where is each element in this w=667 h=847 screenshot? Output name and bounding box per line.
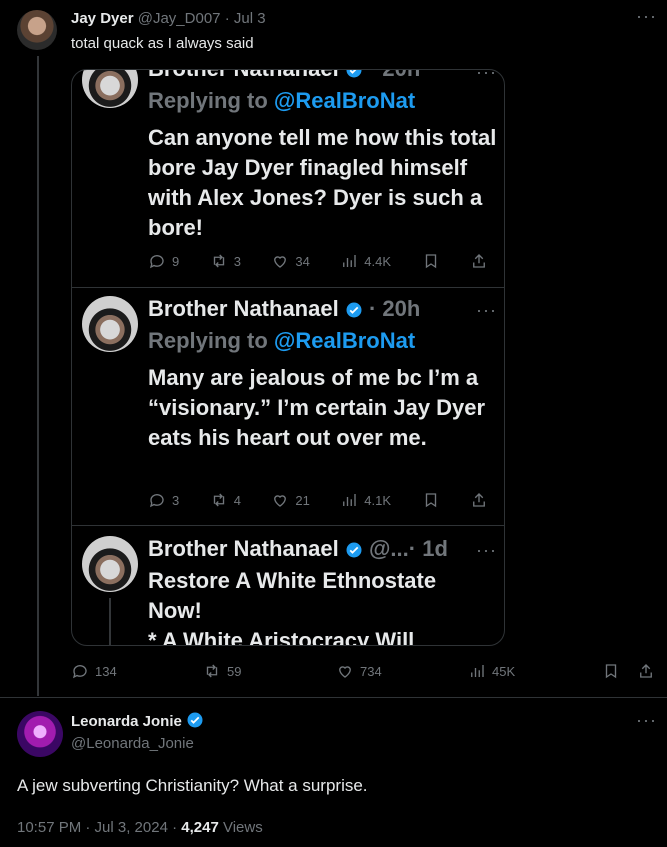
like-stat: 34	[271, 252, 310, 270]
more-icon: ···	[476, 69, 497, 82]
embed-tweet1-stats: 9 3 34 4.4K	[148, 252, 488, 270]
like-stat: 21	[271, 491, 310, 509]
views-icon	[343, 494, 356, 506]
more-icon[interactable]: ···	[636, 710, 657, 731]
embed-tweet3-line2: Now!	[148, 598, 202, 623]
thread-line	[109, 598, 111, 645]
reply-author: Leonarda Jonie	[71, 711, 204, 732]
verified-badge-icon	[187, 712, 203, 728]
reply-prefix: Replying to	[148, 88, 268, 113]
bookmark-button[interactable]	[602, 662, 620, 680]
embed-tweet1-text: Can anyone tell me how this total bore J…	[148, 125, 497, 240]
author-handle[interactable]: @Jay_D007	[138, 10, 221, 27]
reply-to-handle: @RealBroNat	[273, 88, 416, 113]
share-button[interactable]	[637, 662, 655, 680]
views-count: 4,247	[181, 819, 219, 836]
retweet-icon	[213, 254, 224, 268]
retweet-icon	[213, 493, 224, 507]
embedded-screenshot[interactable]: Brother Nathanael · 20h ··· Replying to …	[71, 69, 505, 646]
author-name: Brother Nathanael	[148, 536, 339, 561]
views-label: Views	[222, 819, 263, 836]
embed-tweet3-line3: * A White Aristocracy Will	[148, 628, 415, 646]
reply-stat: 3	[148, 491, 179, 509]
reply-text: A jew subverting Christianity? What a su…	[17, 776, 368, 795]
divider	[0, 697, 667, 698]
avatar-brother-nathanael	[82, 296, 138, 352]
divider	[72, 525, 504, 526]
views-stat: 4.1K	[340, 491, 391, 509]
retweet-count: 59	[227, 663, 242, 679]
retweet-icon	[206, 664, 218, 678]
more-icon: ···	[476, 540, 497, 560]
more-icon: ···	[476, 300, 497, 320]
embed-tweet3-header: Brother Nathanael @...· 1d	[148, 536, 448, 562]
embed-tweet2-text: Many are jealous of me bc I’m a “visiona…	[148, 365, 486, 450]
embed-tweet1-reply: Replying to @RealBroNat	[148, 88, 415, 114]
like-button[interactable]: 734	[336, 662, 382, 680]
share-icon	[470, 252, 488, 270]
divider	[72, 287, 504, 288]
author-handle[interactable]: @Leonarda_Jonie	[71, 734, 194, 754]
author-handle: @...	[368, 536, 409, 561]
quote-tweet-text: total quack as I always said	[71, 35, 254, 52]
share-icon	[470, 491, 488, 509]
author-name[interactable]: Jay Dyer	[71, 10, 134, 27]
reply-stat: 9	[148, 252, 179, 270]
retweet-stat: 3	[210, 252, 241, 270]
quote-tweet-header: Jay Dyer @Jay_D007 · Jul 3	[71, 9, 266, 29]
heart-icon	[274, 495, 287, 507]
views-icon	[343, 255, 356, 267]
views-stat: 4.4K	[340, 252, 391, 270]
avatar-brother-nathanael	[82, 536, 138, 592]
author-name[interactable]: Leonarda Jonie	[71, 713, 182, 730]
thread-line	[37, 56, 39, 696]
heart-icon	[339, 666, 351, 678]
embed-tweet3-line1: Restore A White Ethnostate	[148, 568, 437, 593]
bookmark-icon	[605, 664, 617, 679]
embed-tweet2-reply: Replying to @RealBroNat	[148, 328, 415, 354]
avatar-leonarda-jonie[interactable]	[17, 711, 63, 757]
retweet-stat: 4	[210, 491, 241, 509]
tweet-time: · 20h	[369, 70, 420, 81]
reply-button[interactable]: 134	[71, 662, 117, 680]
like-count: 734	[360, 663, 382, 679]
embed-tweet2-header: Brother Nathanael · 20h	[148, 296, 420, 322]
verified-badge-icon	[346, 302, 362, 318]
tweet-date[interactable]: · Jul 3	[225, 10, 266, 27]
author-name: Brother Nathanael	[148, 296, 339, 321]
bookmark-icon	[422, 252, 440, 270]
views-button[interactable]: 45K	[468, 662, 515, 680]
share-icon	[640, 664, 652, 678]
quote-tweet-actions: 134 59 734 45K	[71, 662, 656, 682]
reply-prefix: Replying to	[148, 328, 268, 353]
verified-badge-icon	[346, 70, 362, 78]
retweet-button[interactable]: 59	[203, 662, 241, 680]
more-icon[interactable]: ···	[636, 6, 657, 27]
avatar-jay-dyer[interactable]	[17, 10, 57, 50]
views-count: 45K	[492, 663, 516, 679]
heart-icon	[274, 256, 287, 268]
bookmark-icon	[422, 491, 440, 509]
reply-count: 134	[95, 663, 117, 679]
tweet-timestamp[interactable]: 10:57 PM · Jul 3, 2024 ·	[17, 819, 177, 836]
avatar-brother-nathanael	[82, 70, 138, 108]
reply-icon	[72, 665, 87, 679]
embed-tweet2-stats: 3 4 21 4.1K	[148, 491, 488, 509]
verified-badge-icon	[346, 542, 362, 558]
tweet-time: · 1d	[408, 536, 448, 561]
reply-to-handle: @RealBroNat	[273, 328, 416, 353]
embed-tweet1-header: Brother Nathanael · 20h	[148, 70, 420, 82]
author-name: Brother Nathanael	[148, 70, 339, 81]
reply-icon	[149, 255, 164, 269]
reply-icon	[149, 494, 164, 508]
tweet-time: · 20h	[368, 296, 421, 321]
reply-meta: 10:57 PM · Jul 3, 2024 · 4,247 Views	[17, 818, 263, 838]
views-icon	[471, 665, 484, 677]
